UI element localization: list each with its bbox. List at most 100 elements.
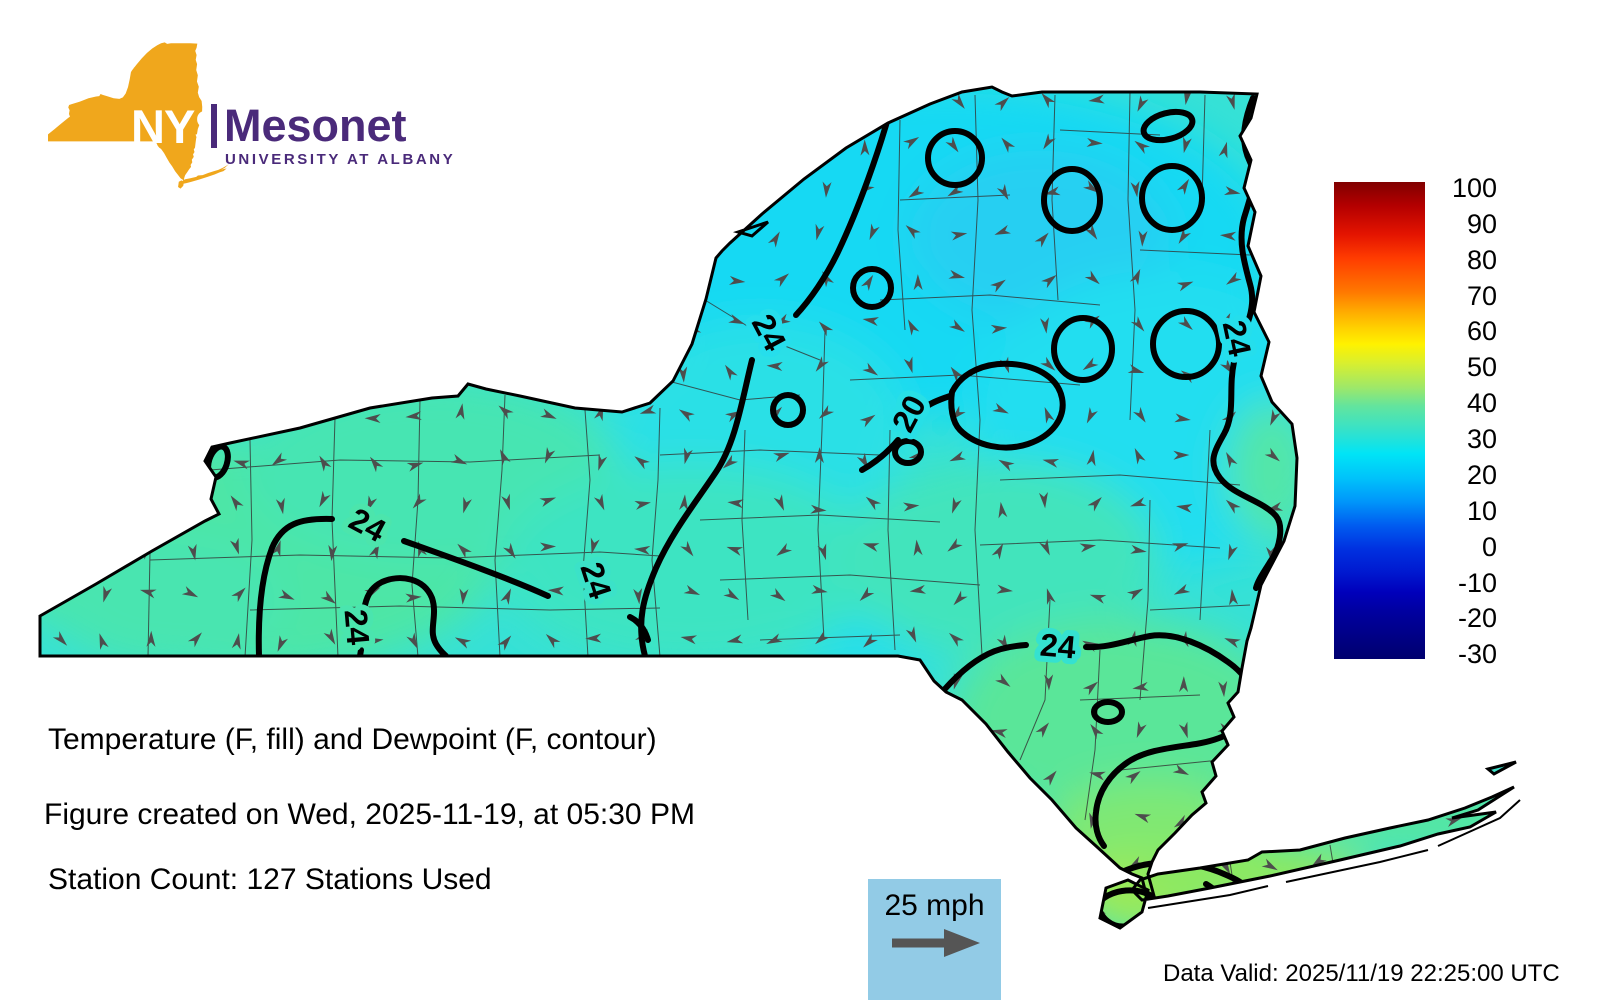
wind-arrow-icon <box>592 229 607 247</box>
wind-arrow-icon <box>458 368 476 382</box>
wind-arrow-icon <box>323 225 336 243</box>
wind-arrow-icon <box>1266 766 1277 783</box>
wind-arrow-icon <box>1216 902 1234 918</box>
wind-arrow-icon <box>320 323 337 334</box>
wind-arrow-icon <box>908 677 926 690</box>
wind-arrow-icon <box>184 766 194 782</box>
wind-arrow-icon <box>498 140 514 158</box>
wind-arrow-icon <box>729 901 743 919</box>
contour-label: 24 <box>1216 317 1259 359</box>
wind-arrow-icon <box>274 271 290 281</box>
wind-arrow-icon <box>998 814 1016 829</box>
wind-arrow-icon <box>548 186 566 201</box>
wind-arrow-icon <box>1315 679 1325 695</box>
wind-arrow-icon <box>47 357 65 374</box>
wind-arrow-icon <box>495 321 513 338</box>
wind-arrow-icon <box>681 93 695 111</box>
contour-label: 24 <box>338 608 377 647</box>
wind-arrow-icon <box>1089 855 1100 872</box>
wind-arrow-icon <box>630 140 648 156</box>
wind-arrow-icon <box>1315 363 1331 372</box>
logo-tagline: UNIVERSITY AT ALBANY <box>225 151 455 168</box>
wind-arrow-icon <box>90 359 108 376</box>
logo-divider-bar <box>211 104 217 148</box>
wind-arrow-icon <box>93 313 106 331</box>
wind-arrow-icon <box>814 859 832 872</box>
wind-arrow-icon <box>1449 134 1466 152</box>
wind-arrow-icon <box>768 100 785 111</box>
wind-arrow-icon <box>860 720 874 738</box>
wind-arrow-icon <box>498 269 516 283</box>
wind-arrow-icon <box>816 135 834 149</box>
wind-arrow-icon <box>454 908 471 918</box>
wind-arrow-icon <box>499 87 517 104</box>
wind-arrow-icon <box>1216 765 1232 774</box>
logo-mesonet-text: Mesonet <box>224 100 407 152</box>
wind-arrow-icon <box>1398 770 1411 788</box>
wind-arrow-icon <box>1306 902 1323 914</box>
wind-arrow-icon <box>227 767 244 778</box>
wind-arrow-icon <box>370 182 384 200</box>
wind-arrow-icon <box>1440 904 1458 921</box>
wind-arrow-icon <box>1045 808 1059 826</box>
wind-arrow-icon <box>728 723 742 741</box>
wind-arrow-icon <box>545 903 556 920</box>
wind-arrow-icon <box>140 271 157 289</box>
wind-arrow-icon <box>1172 904 1189 922</box>
wind-arrow-icon <box>409 224 427 240</box>
wind-arrow-icon <box>636 232 653 243</box>
wind-arrow-icon <box>944 718 962 735</box>
wind-arrow-icon <box>1400 675 1418 690</box>
wind-arrow-icon <box>1358 90 1373 108</box>
wind-arrow-icon <box>412 183 428 201</box>
colorbar-tick: 50 <box>1427 351 1497 383</box>
wind-arrow-icon <box>683 762 695 779</box>
wind-arrow-icon <box>1264 274 1282 291</box>
colorbar-tick: 70 <box>1427 280 1497 312</box>
wind-arrow-icon <box>1497 449 1506 465</box>
wind-arrow-icon <box>1312 771 1330 786</box>
wind-arrow-icon <box>543 366 561 383</box>
wind-arrow-icon <box>277 362 294 380</box>
wind-arrow-icon <box>368 674 386 691</box>
wind-arrow-icon <box>227 408 243 426</box>
wind-arrow-icon <box>904 723 922 741</box>
colorbar-tick: 30 <box>1427 423 1497 455</box>
wind-arrow-icon <box>185 675 199 693</box>
wind-arrow-icon <box>51 494 69 510</box>
wind-arrow-icon <box>1305 499 1323 512</box>
wind-arrow-icon <box>451 769 469 785</box>
wind-arrow-icon <box>227 182 245 197</box>
wind-arrow-icon <box>1354 860 1365 877</box>
wind-arrow-icon <box>91 226 109 242</box>
wind-arrow-icon <box>861 91 876 109</box>
wind-arrow-icon <box>1266 726 1284 742</box>
wind-arrow-icon <box>1440 768 1458 782</box>
wind-arrow-icon <box>722 141 738 151</box>
wind-arrow-icon <box>52 763 67 781</box>
wind-arrow-icon <box>458 267 475 285</box>
wind-arrow-icon <box>1310 269 1328 287</box>
wind-arrow-icon <box>47 587 64 597</box>
wind-arrow-icon <box>414 89 429 107</box>
wind-arrow-icon <box>97 678 115 696</box>
colorbar-tick: 0 <box>1427 531 1497 563</box>
wind-arrow-icon <box>1304 137 1322 153</box>
wind-arrow-icon <box>415 361 430 379</box>
wind-arrow-icon <box>630 855 648 870</box>
wind-arrow-icon <box>1314 635 1332 648</box>
wind-arrow-icon <box>633 358 645 375</box>
wind-arrow-icon <box>51 450 69 466</box>
wind-arrow-icon <box>503 182 520 200</box>
wind-arrow-icon <box>590 907 607 918</box>
wind-arrow-icon <box>773 722 790 732</box>
wind-arrow-icon <box>1262 682 1280 696</box>
wind-arrow-icon <box>1356 763 1374 779</box>
wind-arrow-icon <box>1309 409 1327 426</box>
wind-arrow-icon <box>411 766 429 782</box>
wind-arrow-icon <box>1314 538 1326 555</box>
wind-arrow-icon <box>90 545 108 561</box>
wind-arrow-icon <box>546 137 563 155</box>
wind-arrow-icon <box>547 226 565 243</box>
wind-arrow-icon <box>815 769 827 787</box>
